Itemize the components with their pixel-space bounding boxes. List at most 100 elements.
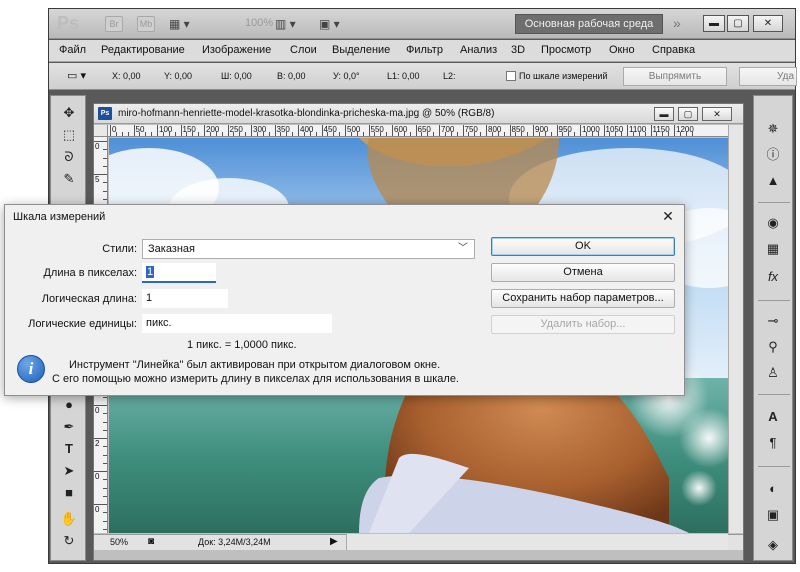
hand-icon[interactable]: ✋ — [60, 510, 78, 528]
menu-help[interactable]: Справка — [652, 44, 695, 56]
ruler-top-tick — [580, 125, 581, 136]
ruler-top-tick — [462, 125, 464, 136]
minimize-button[interactable]: ▬ — [703, 15, 725, 32]
pen-icon[interactable]: ✒ — [60, 418, 78, 436]
ruler-top-label: 850 — [511, 125, 525, 134]
menu-analysis[interactable]: Анализ — [460, 44, 497, 56]
menu-select[interactable]: Выделение — [332, 44, 390, 56]
clear-button[interactable]: Уда — [739, 67, 797, 86]
ruler-left-minor-tick — [103, 487, 107, 489]
type-icon[interactable]: T — [60, 440, 78, 458]
ruler-top-minor-tick — [127, 132, 129, 136]
menu-bar: Файл Редактирование Изображение Слои Выд… — [49, 40, 795, 62]
menu-filter[interactable]: Фильтр — [406, 44, 443, 56]
use-scale-checkbox[interactable] — [506, 71, 516, 81]
ruler-left-minor-tick — [103, 462, 107, 464]
ruler-top-minor-tick — [450, 132, 452, 136]
character-icon[interactable]: A — [763, 408, 783, 426]
move-icon[interactable]: ✥ — [60, 104, 78, 122]
arrange-documents-icon[interactable]: ▥ ▾ — [275, 16, 305, 32]
doc-minimize-button[interactable]: ▬ — [654, 107, 674, 121]
channels-icon[interactable]: ▣ — [763, 506, 783, 524]
histogram-icon[interactable]: ▲ — [763, 172, 783, 190]
maximize-button[interactable]: ▢ — [727, 15, 749, 32]
ruler-tool-icon[interactable]: ▭ ▾ — [67, 69, 86, 82]
ruler-origin[interactable] — [94, 125, 108, 137]
status-zoom[interactable]: 50% — [110, 537, 128, 547]
ok-button[interactable]: OK — [491, 237, 675, 256]
mask-icon[interactable]: ◐ — [763, 480, 783, 498]
status-info-icon[interactable]: ◙ — [148, 536, 154, 547]
menu-image[interactable]: Изображение — [202, 44, 271, 56]
workspace-button[interactable]: Основная рабочая среда — [515, 14, 663, 34]
ruler-top-label: 1100 — [629, 125, 647, 134]
masks-icon[interactable]: ⚲ — [763, 338, 783, 356]
layers-icon[interactable]: ◈ — [763, 536, 783, 554]
horizontal-scrollbar[interactable] — [346, 534, 728, 550]
styles-select[interactable]: Заказная ﹀ — [142, 239, 475, 259]
paragraph-icon[interactable]: ¶ — [763, 434, 783, 452]
ruler-top-minor-tick — [521, 132, 523, 136]
quick-select-icon[interactable]: ✎ — [60, 170, 78, 188]
ruler-top-minor-tick — [115, 132, 117, 136]
menu-view[interactable]: Просмотр — [541, 44, 591, 56]
rotate-view-icon[interactable]: ↻ — [60, 532, 78, 550]
document-tab[interactable]: Ps miro-hofmann-henriette-model-krasotka… — [94, 104, 743, 124]
menu-3d[interactable]: 3D — [511, 44, 525, 56]
lasso-icon[interactable]: ᘐ — [60, 148, 78, 166]
swatches-icon[interactable]: ▦ — [763, 240, 783, 258]
mini-bridge-button[interactable]: Mb — [137, 16, 155, 32]
info-icon: i — [17, 355, 45, 383]
ruler-top-minor-tick — [174, 132, 176, 136]
straighten-button[interactable]: Выпрямить — [623, 67, 727, 86]
panel-separator — [758, 466, 790, 467]
adjustments-icon[interactable]: ⊸ — [763, 312, 783, 330]
menu-edit[interactable]: Редактирование — [101, 44, 185, 56]
color-icon[interactable]: ◉ — [763, 214, 783, 232]
ruler-top-minor-tick — [151, 132, 153, 136]
option-y: Y: 0,00 — [164, 71, 193, 81]
menu-window[interactable]: Окно — [609, 44, 635, 56]
menu-file[interactable]: Файл — [59, 44, 86, 56]
ruler-top-minor-tick — [421, 132, 423, 136]
clone-source-icon[interactable]: ♙ — [763, 364, 783, 382]
ruler-top-tick — [251, 125, 252, 136]
save-preset-button[interactable]: Сохранить набор параметров... — [491, 289, 675, 308]
styles-icon[interactable]: fx — [763, 268, 783, 286]
ruler-top-minor-tick — [574, 132, 576, 136]
ruler-left-minor-tick — [103, 396, 107, 398]
status-arrow-icon[interactable]: ▶ — [330, 536, 338, 547]
zoom-icon[interactable]: ● — [60, 396, 78, 414]
dialog-close-icon[interactable]: ✕ — [660, 208, 676, 225]
ruler-top-minor-tick — [198, 132, 200, 136]
more-workspaces-icon[interactable]: » — [673, 15, 681, 31]
ruler-top-minor-tick — [374, 132, 376, 136]
shape-icon[interactable]: ■ — [60, 484, 78, 502]
bridge-button[interactable]: Br — [105, 16, 123, 32]
horizontal-ruler[interactable]: 0 50 100 150 200 250 300 350 400 450 500 550 600 650 7… — [108, 125, 728, 137]
ruler-top-minor-tick — [333, 132, 335, 136]
menu-layer[interactable]: Слои — [290, 44, 317, 56]
ruler-top-minor-tick — [350, 132, 352, 136]
view-extras-icon[interactable]: ▦ ▾ — [169, 16, 199, 32]
path-select-icon[interactable]: ➤ — [60, 462, 78, 480]
logical-units-input[interactable]: пикс. — [142, 314, 332, 333]
vertical-scrollbar[interactable] — [728, 125, 743, 533]
ruler-top-label: 450 — [323, 125, 337, 134]
close-button[interactable]: ✕ — [753, 15, 783, 32]
doc-close-button[interactable]: ✕ — [702, 107, 732, 121]
zoom-level[interactable]: 100% — [245, 17, 273, 29]
ruler-top-tick — [345, 125, 346, 136]
option-height: В: 0,00 — [277, 71, 306, 81]
info-icon[interactable]: ⓘ — [763, 146, 783, 164]
marquee-icon[interactable]: ⬚ — [60, 126, 78, 144]
ruler-top-minor-tick — [679, 132, 681, 136]
navigator-icon[interactable]: ✵ — [763, 120, 783, 138]
cancel-button[interactable]: Отмена — [491, 263, 675, 282]
pixel-length-input[interactable]: 1 — [142, 263, 216, 282]
ruler-top-minor-tick — [632, 132, 634, 136]
logical-length-input[interactable]: 1 — [142, 289, 228, 308]
ruler-top-minor-tick — [685, 132, 687, 136]
doc-maximize-button[interactable]: ▢ — [678, 107, 698, 121]
screen-mode-icon[interactable]: ▣ ▾ — [319, 16, 349, 32]
